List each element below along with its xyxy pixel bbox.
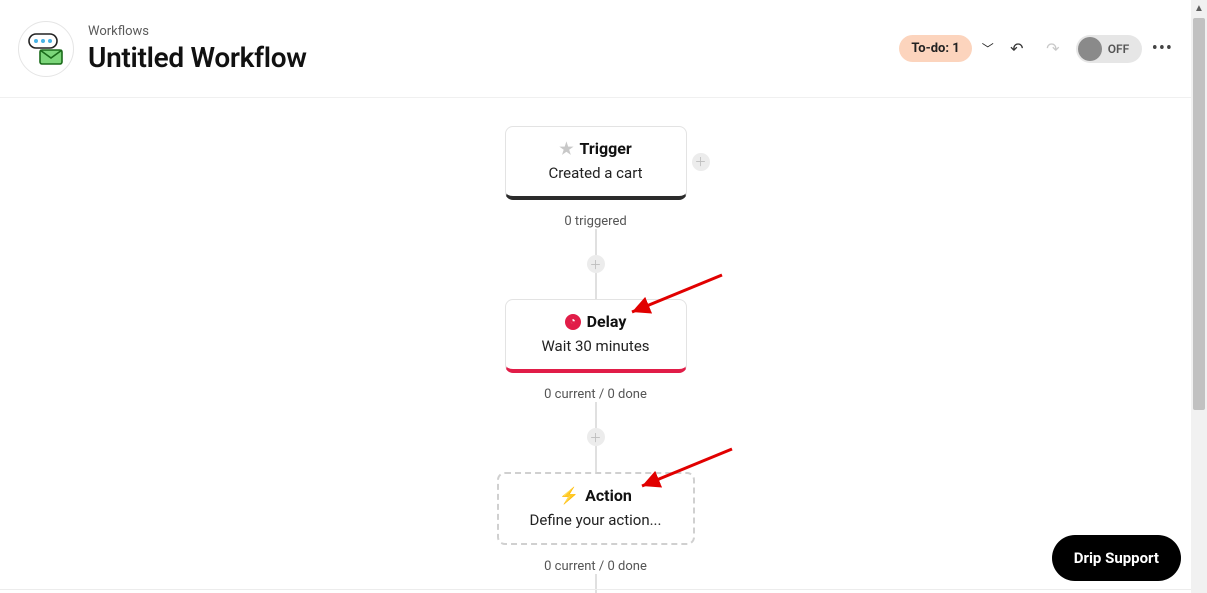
more-menu-button[interactable]: ••• xyxy=(1152,38,1173,59)
page-title: Untitled Workflow xyxy=(88,41,307,74)
connector-line xyxy=(595,446,597,472)
workflow-logo xyxy=(18,21,74,77)
scroll-up-icon[interactable]: ▲ xyxy=(1191,0,1207,16)
footer-divider xyxy=(0,589,1191,590)
toggle-knob xyxy=(1078,37,1102,61)
action-meta: 0 current / 0 done xyxy=(544,559,647,574)
star-icon: ★ xyxy=(559,139,573,158)
add-step-button[interactable]: ＋ xyxy=(587,255,605,273)
todo-pill[interactable]: To-do: 1 xyxy=(899,35,971,62)
connector-line xyxy=(595,574,597,593)
trigger-title: Trigger xyxy=(580,139,632,158)
trigger-node[interactable]: ★ Trigger Created a cart ＋ xyxy=(505,126,687,200)
delay-subtitle: Wait 30 minutes xyxy=(516,337,676,355)
action-title: Action xyxy=(585,486,632,505)
more-icon: ••• xyxy=(1152,38,1173,59)
add-branch-button[interactable]: ＋ xyxy=(692,153,710,171)
redo-button[interactable]: ↷ xyxy=(1040,36,1066,62)
redo-icon: ↷ xyxy=(1046,39,1059,58)
trigger-subtitle: Created a cart xyxy=(516,164,676,182)
action-node[interactable]: ⚡ Action Define your action... xyxy=(497,472,695,545)
trigger-meta: 0 triggered xyxy=(564,214,626,229)
connector-line xyxy=(595,273,597,299)
breadcrumb[interactable]: Workflows xyxy=(88,24,307,39)
delay-node[interactable]: ◔ Delay Wait 30 minutes xyxy=(505,299,687,373)
connector-line xyxy=(595,402,597,428)
action-subtitle: Define your action... xyxy=(509,511,683,529)
toggle-label: OFF xyxy=(1108,42,1129,56)
delay-title: Delay xyxy=(587,312,627,331)
undo-icon: ↶ xyxy=(1010,39,1023,58)
delay-meta: 0 current / 0 done xyxy=(544,387,647,402)
undo-button[interactable]: ↶ xyxy=(1004,36,1030,62)
title-block: Workflows Untitled Workflow xyxy=(88,24,307,74)
workflow-toggle[interactable]: OFF xyxy=(1076,35,1142,63)
connector-line xyxy=(595,229,597,255)
chevron-down-icon[interactable]: ﹀ xyxy=(982,40,994,57)
scrollbar-thumb[interactable] xyxy=(1193,18,1205,410)
clock-icon: ◔ xyxy=(565,314,581,330)
workflow-canvas[interactable]: ★ Trigger Created a cart ＋ 0 triggered ＋… xyxy=(0,98,1191,593)
support-button[interactable]: Drip Support xyxy=(1052,535,1181,581)
todo-label: To-do: 1 xyxy=(911,41,959,56)
add-step-button[interactable]: ＋ xyxy=(587,428,605,446)
scrollbar-track[interactable]: ▲ xyxy=(1191,0,1207,593)
header-bar: Workflows Untitled Workflow To-do: 1 ﹀ ↶… xyxy=(0,0,1191,98)
bolt-icon: ⚡ xyxy=(559,486,579,505)
